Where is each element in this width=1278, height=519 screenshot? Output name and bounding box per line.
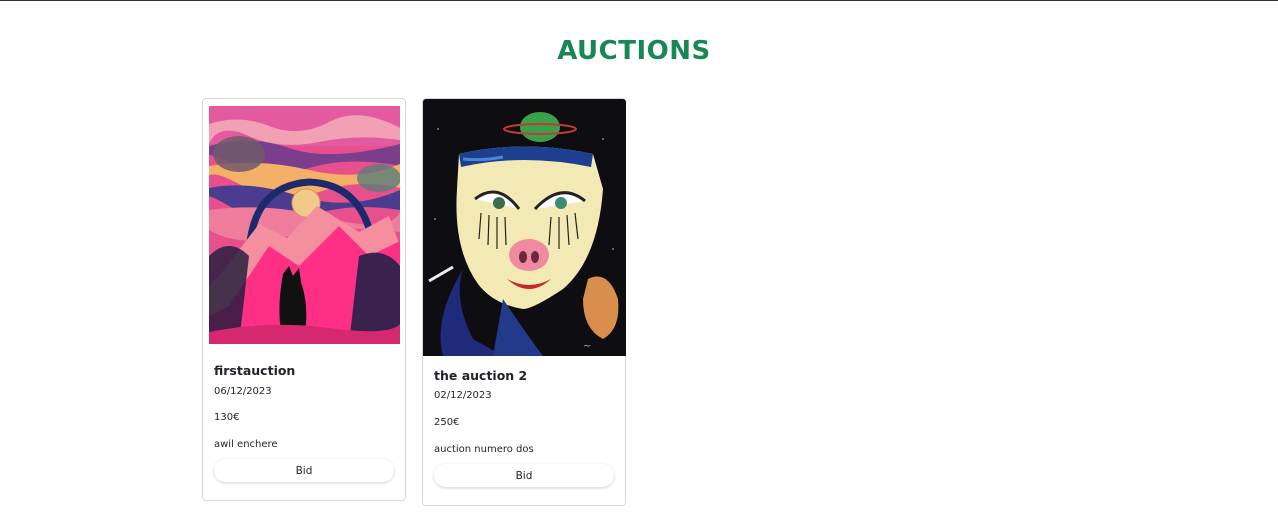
auction-date: 02/12/2023 bbox=[434, 390, 492, 401]
page-title: AUCTIONS bbox=[557, 36, 711, 66]
bid-button[interactable]: Bid bbox=[434, 464, 614, 487]
auction-image bbox=[209, 106, 400, 344]
svg-text:~: ~ bbox=[583, 341, 591, 352]
auction-date: 06/12/2023 bbox=[214, 386, 272, 397]
auction-description: awil enchere bbox=[214, 439, 278, 450]
auction-card: firstauction 06/12/2023 130€ awil encher… bbox=[202, 98, 406, 501]
auction-price: 250€ bbox=[434, 417, 460, 428]
auction-image: ~ bbox=[423, 99, 626, 356]
auction-price: 130€ bbox=[214, 412, 240, 423]
bid-button[interactable]: Bid bbox=[214, 459, 394, 482]
auction-card: ~ the auction 2 02/12/2023 250€ auction … bbox=[422, 98, 626, 506]
top-border-line bbox=[0, 0, 1278, 1]
auction-description: auction numero dos bbox=[434, 444, 534, 455]
auction-title: firstauction bbox=[214, 363, 296, 378]
auction-title: the auction 2 bbox=[434, 368, 528, 383]
